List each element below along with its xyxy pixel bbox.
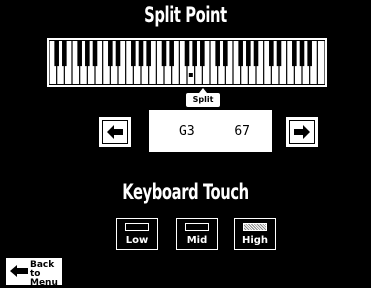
arrow-left-icon xyxy=(10,265,28,277)
black-key[interactable] xyxy=(292,40,297,67)
black-key[interactable] xyxy=(62,40,67,67)
decrease-button-frame xyxy=(102,120,128,144)
arrow-left-icon xyxy=(107,125,123,139)
keyboard-touch-title: Keyboard Touch xyxy=(122,180,249,204)
touch-mid-button[interactable]: Mid xyxy=(176,218,218,250)
black-key[interactable] xyxy=(307,40,312,67)
black-key[interactable] xyxy=(138,40,144,67)
touch-high-label: High xyxy=(241,235,269,246)
black-key[interactable] xyxy=(54,40,59,67)
split-key-marker xyxy=(188,73,193,77)
black-key[interactable] xyxy=(246,40,251,67)
black-key[interactable] xyxy=(238,40,243,67)
black-key[interactable] xyxy=(215,40,220,67)
black-key[interactable] xyxy=(299,40,305,67)
back-to-menu-label: Back to Menu xyxy=(30,260,58,288)
arrow-right-icon xyxy=(294,125,310,139)
black-key[interactable] xyxy=(161,40,167,67)
black-key[interactable] xyxy=(92,40,98,67)
page-title: Split Point xyxy=(144,3,227,27)
increase-button-frame xyxy=(289,120,315,144)
back-to-menu-button[interactable]: Back to Menu xyxy=(6,258,62,288)
black-key[interactable] xyxy=(115,40,121,67)
black-key[interactable] xyxy=(131,40,136,67)
keyboard-graphic xyxy=(49,40,325,85)
black-key[interactable] xyxy=(77,40,82,67)
black-key[interactable] xyxy=(108,40,113,67)
split-indicator: Split xyxy=(186,88,220,107)
split-indicator-label: Split xyxy=(192,95,214,104)
split-note: G3 xyxy=(179,123,195,139)
black-key[interactable] xyxy=(85,40,90,67)
black-key[interactable] xyxy=(184,40,190,67)
black-key[interactable] xyxy=(253,40,259,67)
white-key[interactable] xyxy=(317,41,325,84)
black-key[interactable] xyxy=(192,40,197,67)
touch-mid-indicator xyxy=(185,223,209,231)
touch-low-indicator xyxy=(125,223,149,231)
split-number: 67 xyxy=(234,123,250,139)
black-key[interactable] xyxy=(276,40,282,67)
touch-low-label: Low xyxy=(125,235,149,246)
split-value-display: G3 67 xyxy=(149,110,272,152)
split-point-screen: Split Point Split G3 67 Keyboard Touch L… xyxy=(0,0,371,288)
decrease-button[interactable] xyxy=(99,117,131,147)
black-key[interactable] xyxy=(223,40,228,67)
keyboard-display[interactable] xyxy=(47,38,327,87)
touch-high-indicator xyxy=(243,223,267,231)
split-indicator-pointer xyxy=(199,88,207,93)
black-key[interactable] xyxy=(169,40,174,67)
touch-mid-label: Mid xyxy=(186,235,208,246)
black-key[interactable] xyxy=(146,40,151,67)
increase-button[interactable] xyxy=(286,117,318,147)
touch-low-button[interactable]: Low xyxy=(116,218,158,250)
black-key[interactable] xyxy=(200,40,205,67)
touch-high-button[interactable]: High xyxy=(234,218,276,250)
black-key[interactable] xyxy=(269,40,274,67)
